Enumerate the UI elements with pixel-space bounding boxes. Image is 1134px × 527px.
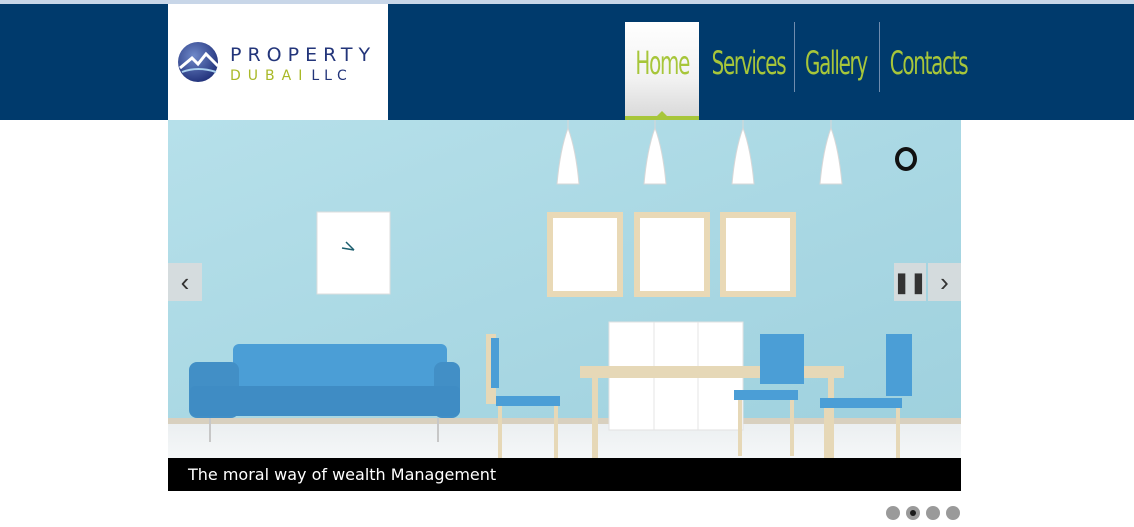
nav-contacts-label: Contacts <box>890 44 969 82</box>
slide-caption: The moral way of wealth Management <box>188 465 497 484</box>
slider-prev-button[interactable]: ‹ <box>168 263 202 301</box>
hero-slider <box>168 120 961 492</box>
page: PROPERTY DUBAI LLC Home Services Gallery … <box>0 0 1134 527</box>
nav-divider <box>794 22 795 92</box>
logo-text-dubai: DUBAI LLC <box>230 68 352 84</box>
logo-text-property: PROPERTY <box>230 44 377 66</box>
slider-dot-1[interactable] <box>886 506 900 520</box>
slider-pagination <box>886 506 960 522</box>
spinner-icon <box>895 147 917 171</box>
nav-divider <box>879 22 880 92</box>
slider-dot-2[interactable] <box>906 506 920 520</box>
nav-contacts[interactable]: Contacts <box>888 22 970 120</box>
active-indicator-icon <box>657 111 667 116</box>
nav-home[interactable]: Home <box>625 22 699 120</box>
nav-services-label: Services <box>711 44 786 82</box>
slide-caption-bar: The moral way of wealth Management <box>168 458 961 491</box>
nav-services[interactable]: Services <box>710 22 786 120</box>
slider-next-button[interactable]: › <box>928 263 961 301</box>
logo-emblem-icon <box>178 42 220 82</box>
slide-image <box>168 120 961 492</box>
nav-gallery-label: Gallery <box>805 44 868 82</box>
nav-gallery[interactable]: Gallery <box>805 22 868 120</box>
nav-home-label: Home <box>635 44 690 82</box>
slider-dot-3[interactable] <box>926 506 940 520</box>
slider-dot-4[interactable] <box>946 506 960 520</box>
logo-text-dubai-word: DUBAI <box>230 68 310 84</box>
slider-pause-button[interactable]: ❚❚ <box>893 263 927 301</box>
pause-icon: ❚❚ <box>893 271 927 294</box>
chevron-right-icon: › <box>940 266 949 297</box>
chevron-left-icon: ‹ <box>180 266 190 297</box>
logo[interactable]: PROPERTY DUBAI LLC <box>168 4 388 120</box>
logo-text-llc: LLC <box>311 68 352 84</box>
